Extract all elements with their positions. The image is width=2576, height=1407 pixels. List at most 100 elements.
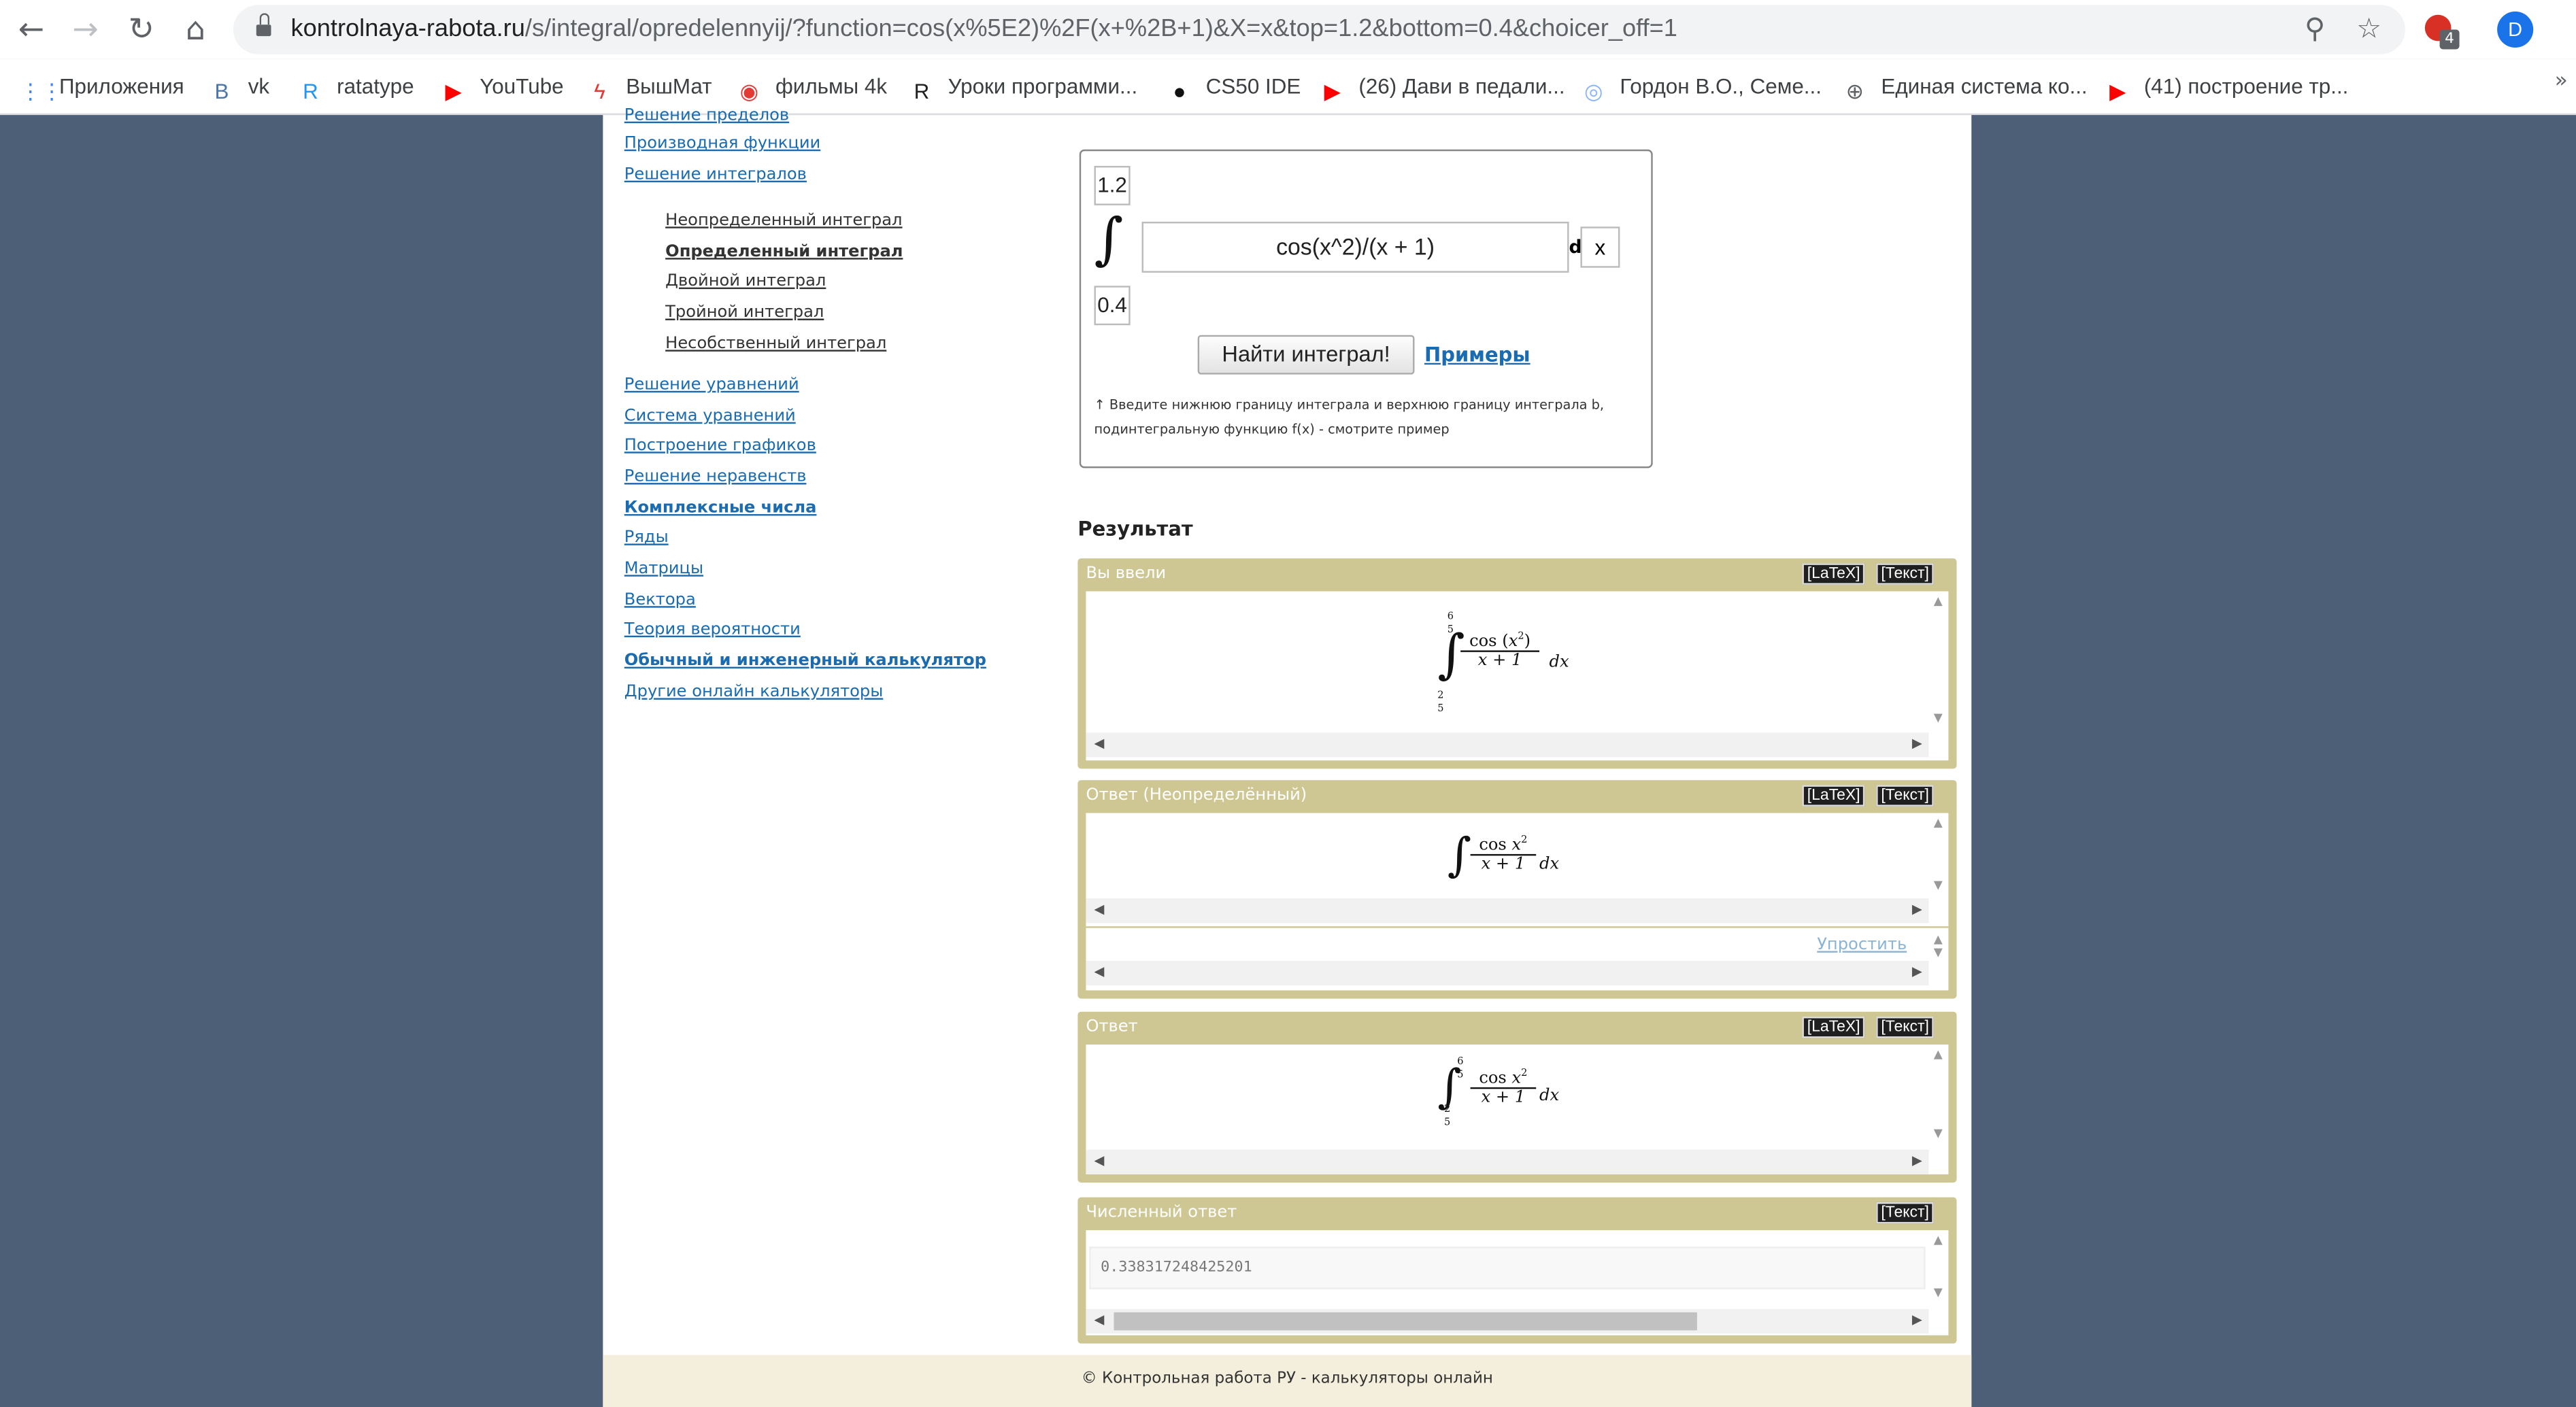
sidebar-link-calculator[interactable]: Обычный и инженерный калькулятор <box>624 652 986 671</box>
cos-text: cos <box>1479 836 1507 855</box>
panel-title: Вы ввели <box>1086 564 1167 583</box>
sidebar-link-graphs[interactable]: Построение графиков <box>624 437 816 455</box>
text-button[interactable]: [Текст] <box>1876 1017 1935 1038</box>
simplify-link[interactable]: Упростить <box>1817 936 1907 955</box>
sidebar-link-series[interactable]: Ряды <box>624 529 669 547</box>
home-icon[interactable]: ⌂ <box>175 10 215 49</box>
bookmark-item[interactable]: ● CS50 IDE <box>1167 71 1301 103</box>
find-integral-button[interactable]: Найти интеграл! <box>1197 335 1415 375</box>
sidebar-sublink-triple[interactable]: Тройной интеграл <box>665 304 824 322</box>
page-content: Решение пределов Производная функции Реш… <box>603 107 1972 1407</box>
sidebar-sublink-definite[interactable]: Определенный интеграл <box>665 243 903 261</box>
url-path: /s/integral/opredelennyij/?function=cos(… <box>524 14 1677 43</box>
lower-limit-input[interactable]: 0.4 <box>1094 286 1131 326</box>
bookmark-item[interactable]: ▶ (26) Дави в педали... <box>1319 71 1565 103</box>
sidebar-link-matrices[interactable]: Матрицы <box>624 560 703 579</box>
star-icon[interactable]: ☆ <box>2351 12 2387 48</box>
latex-button[interactable]: [LaTeX] <box>1802 785 1865 807</box>
sidebar-link-complex[interactable]: Комплексные числа <box>624 499 817 518</box>
globe-icon: ⊕ <box>1845 78 1864 104</box>
bookmark-item[interactable]: ⋮⋮Приложения <box>20 71 184 103</box>
sidebar-link-equations[interactable]: Решение уравнений <box>624 376 799 394</box>
bookmark-label: vk <box>248 73 270 99</box>
podcast-icon: ◎ <box>1584 78 1603 104</box>
bookmark-item[interactable]: ϟ ВышМат <box>586 71 712 103</box>
dx-text: dx <box>1539 1087 1560 1106</box>
upper-limit-input[interactable]: 1.2 <box>1094 165 1131 205</box>
bookmark-item[interactable]: ▶ YouTube <box>440 71 564 103</box>
extension-icon[interactable]: 4 <box>2423 13 2460 50</box>
r-letter-icon: R <box>914 78 930 104</box>
horizontal-scrollbar[interactable]: ◀ ▶ <box>1086 898 1929 923</box>
bookmark-item[interactable]: Bvk <box>209 71 270 104</box>
result-heading: Результат <box>1077 517 1193 541</box>
formula-area: ∫ cos x2 x + 1 dx ▲ ▼ ◀ ▶ Упростить ▲ ▼ ◀ ▶ <box>1086 813 1949 991</box>
vertical-scrollbar[interactable]: ▲ ▼ <box>1930 1045 1949 1143</box>
sidebar-link-probability[interactable]: Теория вероятности <box>624 621 801 639</box>
back-arrow-icon[interactable]: ← <box>12 10 51 49</box>
zoom-icon[interactable]: ⚲ <box>2296 12 2332 48</box>
bookmarks-bar: ⋮⋮Приложения Bvk Rratatype ▶ YouTube ϟ ВышМат ◉… <box>0 58 2576 116</box>
github-icon: ● <box>1173 78 1186 104</box>
paren: ) <box>1524 632 1531 651</box>
sidebar-link-vectors[interactable]: Вектора <box>624 591 696 609</box>
bookmark-item[interactable]: ⊕ Единая система ко... <box>1841 71 2088 104</box>
bookmark-item[interactable]: ▶ (41) построение тр... <box>2105 71 2348 104</box>
upper-num: 6 <box>1457 1055 1464 1068</box>
forward-arrow-icon[interactable]: → <box>66 10 105 49</box>
avatar[interactable]: D <box>2497 11 2534 48</box>
vertical-scrollbar[interactable]: ▲ ▼ <box>1930 813 1949 896</box>
vertical-scrollbar[interactable]: ▲ ▼ <box>1930 1230 1949 1302</box>
power-two: 2 <box>1521 1067 1528 1079</box>
horizontal-scrollbar[interactable]: ◀ ▶ <box>1086 1149 1929 1174</box>
text-button[interactable]: [Текст] <box>1876 1202 1935 1224</box>
horizontal-scrollbar[interactable]: ◀ ▶ <box>1086 1308 1929 1334</box>
sidebar-sublink-improper[interactable]: Несобственный интеграл <box>665 335 886 354</box>
vertical-scrollbar[interactable]: ▲ ▼ <box>1930 591 1949 727</box>
sidebar-link-inequalities[interactable]: Решение неравенств <box>624 468 807 486</box>
latex-button[interactable]: [LaTeX] <box>1802 563 1865 585</box>
vertical-scrollbar[interactable]: ▲ ▼ <box>1930 930 1949 962</box>
horizontal-scrollbar[interactable]: ◀ ▶ <box>1086 732 1929 758</box>
text-button[interactable]: [Текст] <box>1876 785 1935 807</box>
lower-den: 5 <box>1437 702 1444 715</box>
vk-icon: B <box>214 78 229 104</box>
bookmark-item[interactable]: R Уроки программи... <box>909 71 1138 103</box>
dx-text: dx <box>1539 855 1560 874</box>
numeric-output: 0.338317248425201 <box>1089 1247 1926 1289</box>
sidebar-link-integrals[interactable]: Решение интегралов <box>624 166 807 184</box>
bookmark-label: фильмы 4k <box>775 73 888 99</box>
integral-sign-icon: ∫ <box>1447 828 1472 882</box>
dx-text: dx <box>1549 654 1569 672</box>
var-x: x <box>1511 1070 1522 1088</box>
integrand-fraction: cos x2 x + 1 <box>1470 1067 1537 1108</box>
youtube-icon: ▶ <box>2109 78 2126 104</box>
examples-link[interactable]: Примеры <box>1424 343 1530 367</box>
variable-input[interactable]: x <box>1580 226 1620 268</box>
function-input[interactable]: cos(x^2)/(x + 1) <box>1141 222 1569 273</box>
sidebar-sublink-indefinite[interactable]: Неопределенный интеграл <box>665 212 902 231</box>
url-text[interactable]: kontrolnaya-rabota.ru/s/integral/opredel… <box>290 15 1677 43</box>
horizontal-scrollbar[interactable]: ◀ ▶ <box>1086 960 1929 986</box>
bookmark-item[interactable]: ◉ фильмы 4k <box>736 71 887 103</box>
panel-title: Ответ <box>1086 1018 1138 1036</box>
address-bar[interactable]: kontrolnaya-rabota.ru/s/integral/opredel… <box>233 5 2405 54</box>
var-x: x <box>1508 632 1518 651</box>
text-button[interactable]: [Текст] <box>1876 563 1935 585</box>
sidebar-link-limits[interactable]: Решение пределов <box>624 107 789 125</box>
bookmark-item[interactable]: Rratatype <box>297 71 414 103</box>
screen: ← → ↻ ⌂ kontrolnaya-rabota.ru/s/integral… <box>0 0 2576 1407</box>
bookmark-item[interactable]: ◎ Гордон В.О., Семе... <box>1580 71 1822 103</box>
panel-numeric: Численный ответ [Текст] 0.33831724842520… <box>1077 1197 1957 1344</box>
more-bookmarks-icon[interactable]: » <box>2555 69 2568 93</box>
latex-button[interactable]: [LaTeX] <box>1802 1017 1865 1038</box>
sidebar-link-systems[interactable]: Система уравнений <box>624 407 796 426</box>
sidebar-link-other[interactable]: Другие онлайн калькуляторы <box>624 683 884 702</box>
sidebar-link-derivative[interactable]: Производная функции <box>624 135 821 153</box>
reload-icon[interactable]: ↻ <box>122 10 161 49</box>
sidebar-sublink-double[interactable]: Двойной интеграл <box>665 273 826 291</box>
lightning-icon: ϟ <box>594 78 605 104</box>
integral-form: 1.2 ∫ cos(x^2)/(x + 1) d x 0.4 Найти инт… <box>1079 149 1653 469</box>
scrollbar-thumb[interactable] <box>1114 1312 1697 1331</box>
denominator: x + 1 <box>1470 1087 1537 1108</box>
